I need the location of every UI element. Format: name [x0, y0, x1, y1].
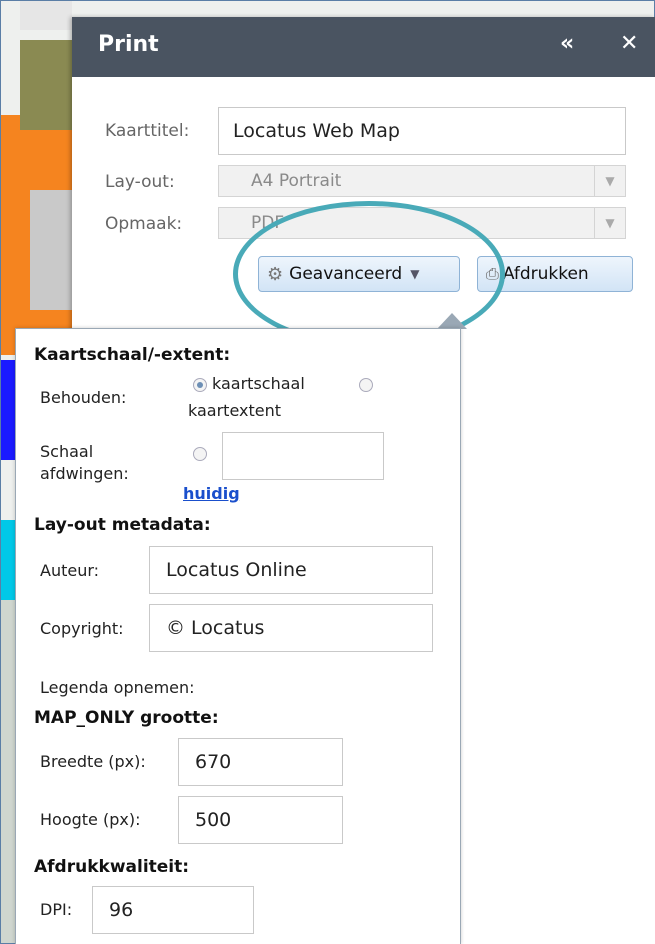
- force-scale-label-2: afdwingen:: [40, 464, 129, 483]
- printer-icon: ⎙: [486, 264, 499, 283]
- close-icon[interactable]: ✕: [620, 31, 638, 56]
- force-scale-label: Schaal: [40, 442, 94, 461]
- advanced-button[interactable]: ⚙ Geavanceerd ▼: [258, 256, 460, 292]
- scale-section-title: Kaartschaal/-extent:: [34, 345, 231, 365]
- popup-caret: [437, 313, 467, 329]
- format-select-value: PDF: [251, 213, 285, 233]
- scale-input[interactable]: [222, 432, 384, 480]
- panel-header: Print « ✕: [72, 17, 655, 77]
- radio-kaartschaal[interactable]: [193, 378, 207, 392]
- advanced-popup: Kaartschaal/-extent: Behouden: kaartscha…: [15, 328, 461, 944]
- chevron-down-icon: ▼: [410, 267, 420, 281]
- dpi-label: DPI:: [40, 900, 73, 919]
- format-label: Opmaak:: [105, 214, 183, 234]
- height-label: Hoogte (px):: [40, 810, 141, 829]
- copyright-input[interactable]: © Locatus: [149, 604, 433, 652]
- layout-select[interactable]: A4 Portrait ▼: [218, 165, 626, 197]
- width-label: Breedte (px):: [40, 752, 146, 771]
- chevron-down-icon: ▼: [594, 208, 625, 238]
- maponly-section-title: MAP_ONLY grootte:: [34, 708, 219, 728]
- copyright-label: Copyright:: [40, 619, 124, 638]
- height-input[interactable]: 500: [178, 796, 343, 844]
- gear-icon: ⚙: [267, 263, 284, 285]
- current-scale-link[interactable]: huidig: [183, 484, 240, 503]
- print-button-label: Afdrukken: [502, 264, 589, 284]
- preserve-label: Behouden:: [40, 388, 127, 407]
- author-input[interactable]: Locatus Online: [149, 546, 433, 594]
- layout-label: Lay-out:: [105, 172, 175, 192]
- metadata-section-title: Lay-out metadata:: [34, 515, 211, 535]
- format-select[interactable]: PDF ▼: [218, 207, 626, 239]
- legend-label: Legenda opnemen:: [40, 678, 195, 697]
- print-button[interactable]: ⎙ Afdrukken: [477, 256, 633, 292]
- radio-kaartschaal-label: kaartschaal: [212, 374, 305, 393]
- chevron-down-icon: ▼: [594, 166, 625, 196]
- double-chevron-up-icon[interactable]: «: [560, 31, 574, 56]
- quality-section-title: Afdrukkwaliteit:: [34, 857, 190, 877]
- dpi-input[interactable]: 96: [92, 886, 254, 934]
- layout-select-value: A4 Portrait: [251, 171, 342, 191]
- width-input[interactable]: 670: [178, 738, 343, 786]
- map-title-input[interactable]: Locatus Web Map: [218, 107, 626, 155]
- author-label: Auteur:: [40, 561, 100, 580]
- panel-title: Print: [98, 32, 159, 57]
- radio-force-scale[interactable]: [193, 447, 207, 461]
- radio-kaartextent[interactable]: [359, 378, 373, 392]
- advanced-button-label: Geavanceerd: [289, 264, 403, 284]
- radio-kaartextent-label: kaartextent: [188, 401, 282, 420]
- map-title-label: Kaarttitel:: [105, 121, 190, 141]
